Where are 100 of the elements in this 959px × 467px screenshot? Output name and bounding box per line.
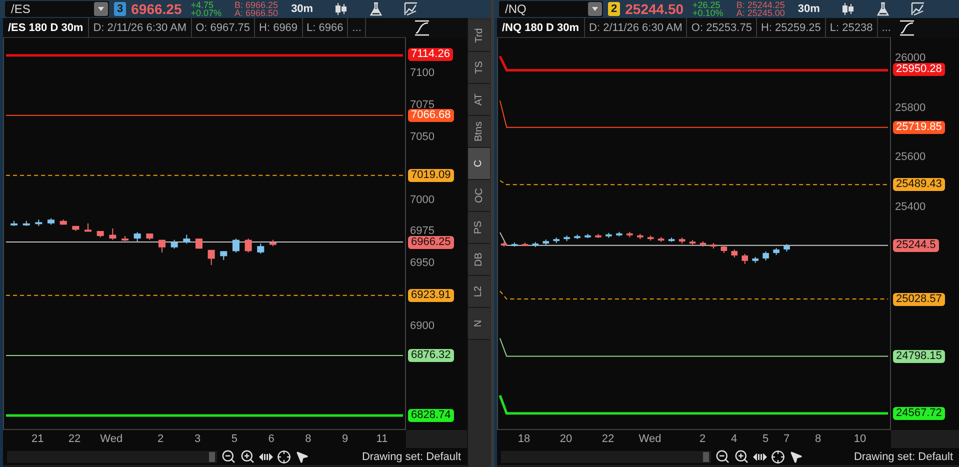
candle — [689, 240, 696, 246]
scrollbar[interactable] — [501, 450, 711, 462]
zoom-out-icon[interactable] — [221, 449, 236, 464]
candle — [48, 218, 55, 226]
price-label: 25719.85 — [893, 120, 945, 134]
time-axis-label: 4 — [730, 433, 738, 445]
net-change: +26.25 — [692, 1, 720, 9]
side-tab[interactable]: Btns — [468, 116, 490, 148]
price-label: 25489.43 — [893, 178, 945, 191]
last-price: 6966.25 — [131, 1, 182, 17]
candlestick-icon[interactable] — [333, 1, 350, 17]
link-badge[interactable]: 3 — [114, 2, 126, 16]
candle — [720, 244, 728, 254]
link-badge[interactable]: 2 — [608, 2, 620, 16]
candle — [208, 249, 215, 266]
aggregation-button[interactable]: 30m — [283, 3, 322, 15]
drawing-tools-icon[interactable] — [910, 1, 926, 17]
side-tab[interactable]: AT — [468, 84, 490, 116]
axis-tick-label: 7050 — [410, 130, 434, 143]
pan-arrows-icon[interactable] — [259, 452, 273, 462]
side-tab[interactable]: PS — [468, 212, 490, 244]
time-axis-label: 2 — [158, 433, 164, 445]
candle — [170, 239, 178, 250]
price-label: 7019.09 — [408, 168, 454, 182]
time-axis-label: 8 — [814, 433, 822, 445]
side-tab[interactable]: DB — [468, 244, 490, 276]
side-tab[interactable]: OC — [468, 180, 490, 212]
axis-tick-label: 7075 — [410, 99, 434, 112]
candle — [700, 240, 706, 248]
price-label: 7066.68 — [408, 108, 454, 122]
candle — [668, 237, 675, 242]
crosshair-icon[interactable] — [277, 450, 291, 464]
flask-icon[interactable] — [874, 1, 891, 17]
drawing-set-label[interactable]: Drawing set: Default — [854, 450, 959, 462]
axis-tick-label: 25600 — [895, 151, 926, 164]
scrollbar[interactable] — [7, 450, 217, 462]
caret-icon — [94, 2, 108, 16]
drawing-set-label[interactable]: Drawing set: Default — [362, 450, 467, 462]
drawing-tools-icon[interactable] — [403, 1, 420, 17]
time-axis-label: 11 — [376, 433, 388, 445]
candle — [22, 220, 30, 226]
studies-icon[interactable] — [899, 20, 915, 36]
candle — [553, 237, 560, 244]
side-tab[interactable]: TS — [468, 52, 490, 84]
side-tab[interactable]: L2 — [468, 276, 490, 308]
candle — [96, 230, 104, 238]
candle — [269, 239, 276, 247]
candle — [658, 236, 664, 242]
pan-arrows-icon[interactable] — [753, 452, 767, 462]
side-tab[interactable]: N — [468, 308, 490, 340]
time-axis-label: 3 — [194, 433, 201, 445]
header-field: L: 6966 — [302, 18, 348, 37]
time-axis-label: 18 — [518, 433, 530, 445]
axis-tick-label: 25400 — [895, 201, 926, 214]
header-field: H: 25259.25 — [756, 18, 826, 37]
symbol-field[interactable]: /ES — [5, 1, 109, 17]
ask-price: A: 25245.00 — [736, 9, 785, 17]
side-tab[interactable]: C — [468, 148, 490, 180]
candle — [606, 232, 612, 238]
header-field: O: 25253.75 — [687, 18, 757, 37]
net-change: +4.75 — [190, 1, 214, 9]
candle — [637, 233, 644, 240]
candle — [752, 256, 758, 264]
axis-tick-label: 26000 — [895, 52, 926, 64]
price-label: 6828.74 — [408, 409, 454, 422]
candle — [146, 233, 154, 240]
time-axis-label: 22 — [68, 433, 81, 445]
header-field: ... — [348, 18, 366, 37]
flask-icon[interactable] — [368, 1, 384, 17]
time-axis-label: 9 — [342, 433, 348, 445]
candle — [532, 242, 539, 248]
candle — [60, 219, 67, 226]
zoom-in-icon[interactable] — [734, 449, 749, 464]
time-axis-label: 10 — [854, 433, 866, 445]
cursor-icon[interactable] — [789, 450, 803, 464]
cursor-icon[interactable] — [295, 450, 309, 464]
studies-icon[interactable] — [414, 20, 430, 36]
axis-tick-label: 6900 — [410, 320, 434, 332]
candle — [257, 243, 264, 254]
candle — [584, 233, 591, 239]
candle — [35, 219, 42, 226]
candlestick-icon[interactable] — [840, 1, 856, 17]
candle — [72, 225, 80, 232]
candle — [784, 244, 790, 252]
percent-change: +0.07% — [190, 9, 222, 17]
candle — [742, 253, 748, 264]
aggregation-button[interactable]: 30m — [790, 3, 828, 15]
time-axis-label: 22 — [602, 433, 614, 445]
candle — [500, 242, 508, 248]
time-axis-label: 2 — [699, 433, 706, 445]
crosshair-icon[interactable] — [771, 450, 785, 464]
symbol-field[interactable]: /NQ — [499, 1, 603, 17]
price-label: 6876.32 — [408, 349, 454, 362]
zoom-out-icon[interactable] — [715, 449, 730, 464]
candle — [542, 239, 550, 246]
candle — [220, 250, 228, 260]
time-axis-label: Wed — [100, 433, 123, 445]
side-tab[interactable]: Trd — [468, 20, 490, 52]
candle — [710, 242, 717, 250]
zoom-in-icon[interactable] — [240, 449, 255, 464]
